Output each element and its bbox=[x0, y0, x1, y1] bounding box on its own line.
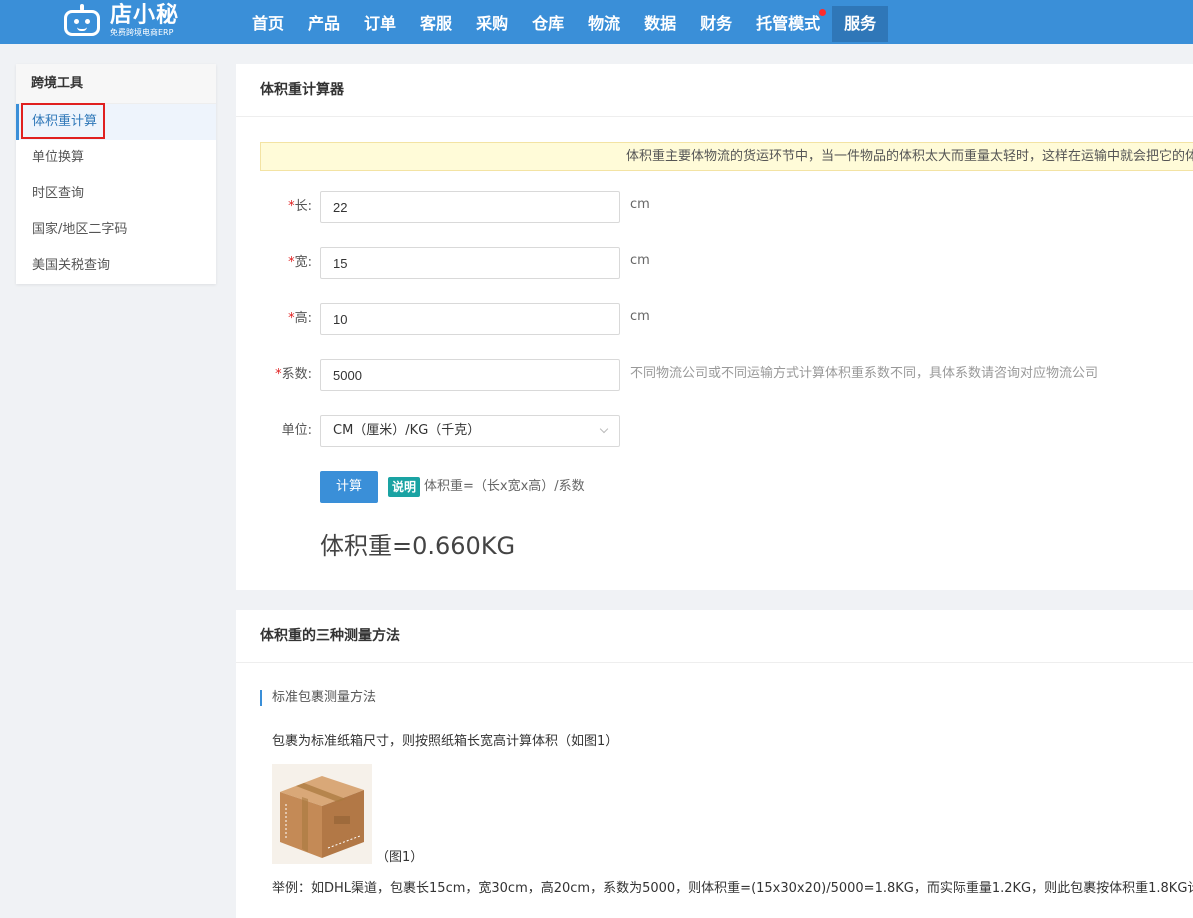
app-logo[interactable]: 店小秘 免费跨境电商ERP bbox=[60, 2, 179, 40]
formula-text: 体积重=（长x宽x高）/系数 bbox=[424, 479, 585, 494]
nav-item-customer-service[interactable]: 客服 bbox=[408, 6, 464, 42]
methods-panel: 体积重的三种测量方法 标准包裹测量方法 包裹为标准纸箱尺寸，则按照纸箱长宽高计算… bbox=[236, 610, 1193, 918]
sidebar-item-us-tariff[interactable]: 美国关税查询 bbox=[16, 248, 216, 284]
calculator-panel: 体积重计算器 体积重主要体物流的货运环节中，当一件物品的体积太大而重量太轻时，这… bbox=[236, 64, 1193, 590]
nav-item-products[interactable]: 产品 bbox=[296, 6, 352, 42]
chevron-down-icon bbox=[599, 424, 609, 434]
length-label: *长: bbox=[288, 199, 312, 214]
factor-label: *系数: bbox=[275, 367, 312, 382]
height-unit: cm bbox=[630, 309, 650, 324]
unit-select[interactable]: CM（厘米）/KG（千克） bbox=[320, 415, 620, 447]
width-row: *宽: cm bbox=[236, 247, 1193, 279]
nav-item-logistics[interactable]: 物流 bbox=[576, 6, 632, 42]
nav-item-warehouse[interactable]: 仓库 bbox=[520, 6, 576, 42]
length-input[interactable] bbox=[320, 191, 620, 223]
top-nav-bar: 店小秘 免费跨境电商ERP 首页 产品 订单 客服 采购 仓库 物流 数据 财务… bbox=[0, 0, 1193, 44]
height-label: *高: bbox=[288, 311, 312, 326]
notification-dot bbox=[819, 9, 827, 16]
info-notice: 体积重主要体物流的货运环节中，当一件物品的体积太大而重量太轻时，这样在运输中就会… bbox=[260, 142, 1193, 171]
length-row: *长: cm bbox=[236, 191, 1193, 223]
main-nav: 首页 产品 订单 客服 采购 仓库 物流 数据 财务 托管模式 服务 bbox=[240, 6, 889, 42]
unit-label: 单位: bbox=[281, 423, 312, 438]
width-label: *宽: bbox=[288, 255, 312, 270]
height-input[interactable] bbox=[320, 303, 620, 335]
explanation-badge: 说明 bbox=[388, 477, 421, 497]
width-input[interactable] bbox=[320, 247, 620, 279]
width-unit: cm bbox=[630, 253, 650, 268]
nav-item-hosting-mode-label: 托管模式 bbox=[756, 14, 821, 33]
method-description: 包裹为标准纸箱尺寸，则按照纸箱长宽高计算体积（如图1） bbox=[272, 734, 619, 749]
nav-item-services[interactable]: 服务 bbox=[832, 6, 889, 42]
unit-select-value: CM（厘米）/KG（千克） bbox=[333, 423, 481, 438]
height-row: *高: cm bbox=[236, 303, 1193, 335]
robot-logo-icon bbox=[60, 4, 104, 38]
nav-item-home[interactable]: 首页 bbox=[240, 6, 296, 42]
length-unit: cm bbox=[630, 197, 650, 212]
nav-item-orders[interactable]: 订单 bbox=[352, 6, 408, 42]
unit-row: 单位: CM（厘米）/KG（千克） bbox=[236, 415, 1193, 447]
calculator-title: 体积重计算器 bbox=[236, 64, 1193, 117]
nav-item-hosting-mode[interactable]: 托管模式 bbox=[744, 6, 832, 42]
sidebar-title: 跨境工具 bbox=[16, 64, 216, 104]
section-title: 标准包裹测量方法 bbox=[260, 690, 376, 706]
sidebar-item-volume-weight[interactable]: 体积重计算 bbox=[16, 104, 216, 140]
sidebar-item-unit-conversion[interactable]: 单位换算 bbox=[16, 140, 216, 176]
result-text: 体积重=0.660KG bbox=[320, 532, 516, 560]
sidebar-item-country-codes[interactable]: 国家/地区二字码 bbox=[16, 212, 216, 248]
methods-title: 体积重的三种测量方法 bbox=[236, 610, 1193, 663]
nav-item-purchasing[interactable]: 采购 bbox=[464, 6, 520, 42]
example-text: 举例：如DHL渠道，包裹长15cm，宽30cm，高20cm，系数为5000，则体… bbox=[272, 881, 1193, 896]
factor-hint: 不同物流公司或不同运输方式计算体积重系数不同，具体系数请咨询对应物流公司 bbox=[630, 366, 1099, 381]
tools-sidebar: 跨境工具 体积重计算 单位换算 时区查询 国家/地区二字码 美国关税查询 bbox=[16, 64, 216, 284]
logo-title: 店小秘 bbox=[110, 3, 180, 28]
calculate-button[interactable]: 计算 bbox=[320, 471, 378, 503]
figure-caption: （图1） bbox=[376, 850, 424, 865]
factor-input[interactable] bbox=[320, 359, 620, 391]
sidebar-item-timezone[interactable]: 时区查询 bbox=[16, 176, 216, 212]
cardboard-box-image bbox=[272, 764, 372, 864]
nav-item-finance[interactable]: 财务 bbox=[688, 6, 744, 42]
factor-row: *系数: 不同物流公司或不同运输方式计算体积重系数不同，具体系数请咨询对应物流公… bbox=[236, 359, 1193, 391]
logo-subtitle: 免费跨境电商ERP bbox=[110, 28, 174, 37]
nav-item-data[interactable]: 数据 bbox=[632, 6, 688, 42]
